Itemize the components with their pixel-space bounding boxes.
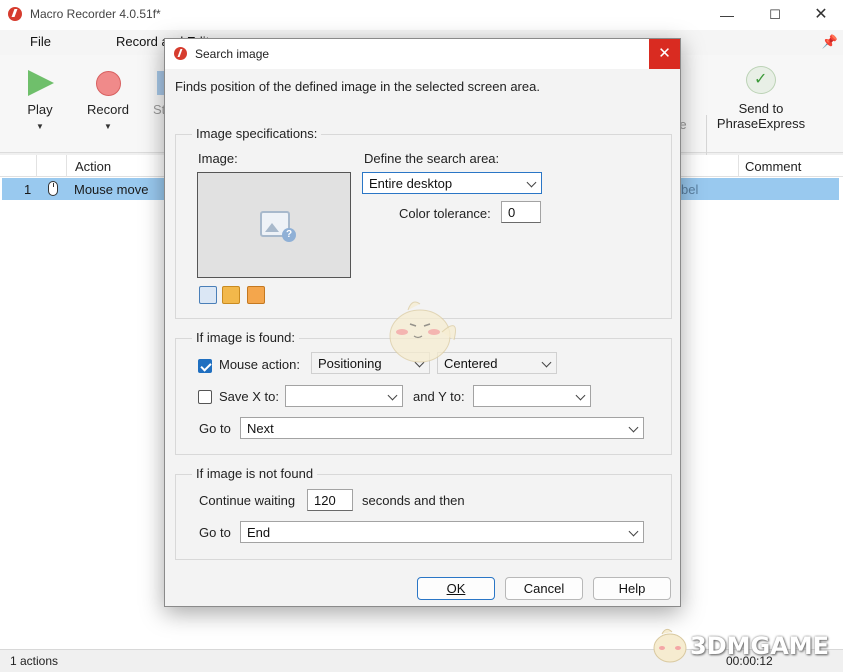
found-goto-value: Next	[247, 421, 274, 436]
color-tolerance-label: Color tolerance:	[399, 206, 491, 221]
column-separator	[66, 155, 67, 177]
help-button[interactable]: Help	[593, 577, 671, 600]
status-action-count: 1 actions	[10, 654, 59, 668]
chevron-down-icon	[526, 177, 537, 188]
column-separator	[36, 155, 37, 177]
send-to-phraseexpress-label-2[interactable]: PhraseExpress	[716, 116, 806, 131]
3dmgame-watermark: 3DMGAME	[644, 622, 839, 668]
play-dropdown-icon[interactable]: ▼	[36, 122, 44, 131]
chevron-down-icon	[575, 390, 586, 401]
chevron-down-icon	[628, 526, 639, 537]
close-button[interactable]: ✕	[798, 0, 843, 30]
row-label-text: bel	[681, 182, 699, 197]
image-not-found-group: If image is not found	[175, 466, 672, 560]
not-found-goto-label: Go to	[199, 525, 231, 540]
capture-image-icon[interactable]	[199, 286, 217, 304]
app-logo-icon	[8, 7, 22, 21]
send-to-phraseexpress-label-1[interactable]: Send to	[716, 101, 806, 116]
mouse-icon	[48, 181, 58, 196]
image-preview[interactable]	[197, 172, 351, 278]
row-number: 1	[24, 182, 32, 197]
maximize-button[interactable]: ☐	[752, 0, 798, 30]
dialog-app-icon	[174, 47, 187, 60]
record-button-label[interactable]: Record	[84, 102, 132, 117]
title-bar: Macro Recorder 4.0.51f* — ☐ ✕	[0, 0, 843, 30]
dialog-close-button[interactable]: ✕	[649, 39, 680, 69]
search-area-value: Entire desktop	[369, 176, 453, 191]
record-dropdown-icon[interactable]: ▼	[104, 122, 112, 131]
color-tolerance-input[interactable]: 0	[501, 201, 541, 223]
chevron-down-icon	[387, 390, 398, 401]
watermark-text: 3DMGAME	[690, 632, 830, 660]
mouse-action-label: Mouse action:	[219, 357, 300, 372]
phraseexpress-icon[interactable]	[746, 66, 776, 94]
wait-seconds-input[interactable]: 120	[307, 489, 353, 511]
menu-file[interactable]: File	[30, 34, 51, 49]
save-x-checkbox[interactable]	[198, 390, 212, 404]
chevron-down-icon	[628, 422, 639, 433]
pin-icon[interactable]: 📌	[822, 34, 838, 50]
group-title: Image specifications:	[192, 126, 322, 141]
mouse-action-checkbox[interactable]	[198, 359, 212, 373]
dialog-title: Search image	[195, 47, 270, 61]
watermark-mascot-icon	[653, 628, 687, 663]
dialog-description: Finds position of the defined image in t…	[175, 79, 540, 94]
ok-button[interactable]: OK	[417, 577, 495, 600]
group-title: If image is not found	[192, 466, 318, 481]
seconds-then-label: seconds and then	[362, 493, 465, 508]
not-found-goto-value: End	[247, 525, 271, 540]
save-x-label: Save X to:	[219, 389, 279, 404]
not-found-goto-select[interactable]: End	[240, 521, 644, 543]
column-header-comment[interactable]: Comment	[745, 159, 801, 174]
image-label: Image:	[198, 151, 238, 166]
play-icon[interactable]	[28, 70, 54, 96]
search-area-select[interactable]: Entire desktop	[362, 172, 542, 194]
open-image-file-icon[interactable]	[222, 286, 240, 304]
row-action-text: Mouse move	[74, 182, 149, 197]
search-area-label: Define the search area:	[364, 151, 500, 166]
minimize-button[interactable]: —	[704, 0, 750, 30]
app-title: Macro Recorder 4.0.51f*	[30, 7, 161, 21]
found-goto-select[interactable]: Next	[240, 417, 644, 439]
mascot-watermark-icon	[389, 301, 456, 363]
cancel-button[interactable]: Cancel	[505, 577, 583, 600]
cancel-button-label: Cancel	[523, 581, 565, 596]
help-button-label: Help	[618, 581, 646, 596]
save-x-select[interactable]	[285, 385, 403, 407]
ok-button-label: OK	[446, 581, 466, 596]
and-y-label: and Y to:	[413, 389, 465, 404]
column-separator	[738, 155, 739, 177]
group-title: If image is found:	[192, 330, 299, 345]
and-y-select[interactable]	[473, 385, 591, 407]
dialog-title-bar: Search image ✕	[165, 39, 680, 69]
column-header-action[interactable]: Action	[75, 159, 111, 174]
play-button-label[interactable]: Play	[20, 102, 60, 117]
found-goto-label: Go to	[199, 421, 231, 436]
continue-waiting-label: Continue waiting	[199, 493, 296, 508]
record-icon[interactable]	[96, 71, 121, 96]
copy-image-icon[interactable]	[247, 286, 265, 304]
chevron-down-icon	[541, 357, 552, 368]
image-placeholder-icon	[260, 211, 296, 242]
